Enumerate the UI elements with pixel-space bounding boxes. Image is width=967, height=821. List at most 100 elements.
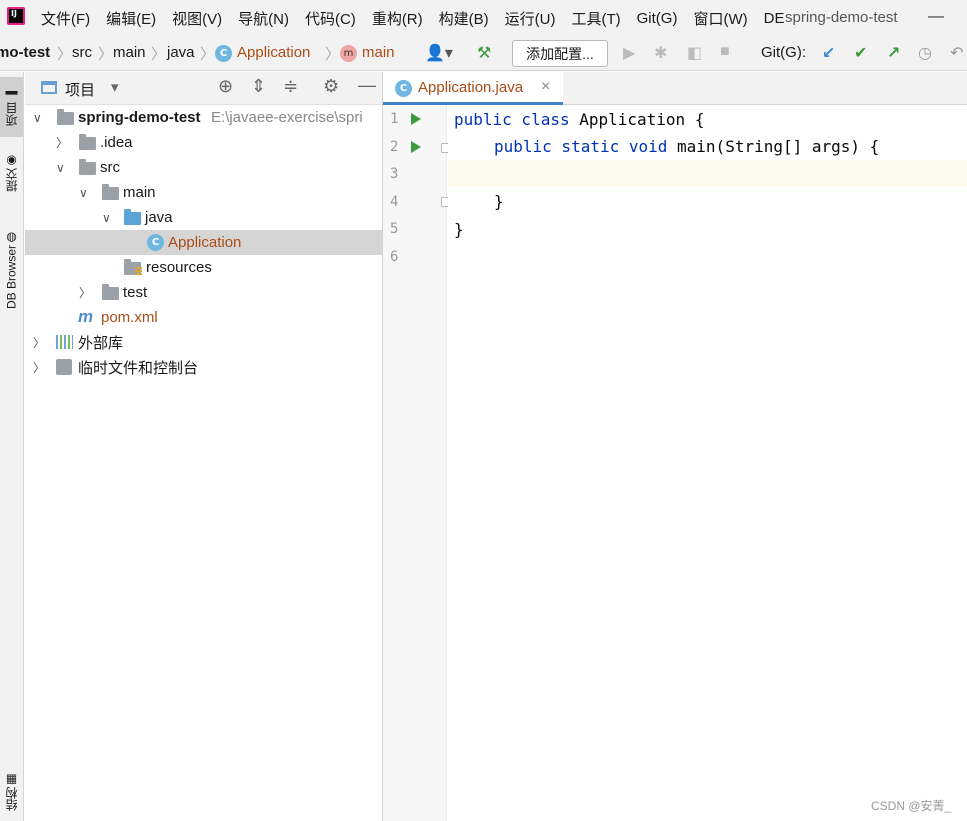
tree-item-test[interactable]: 〉 test: [25, 280, 382, 305]
code-line-1[interactable]: public class Application {: [454, 110, 704, 129]
tab-db-browser[interactable]: DB Browser ◍: [0, 220, 23, 320]
editor-tab-bar: C Application.java ×: [383, 72, 967, 105]
breadcrumb-main[interactable]: main: [113, 44, 146, 61]
folder-icon: [102, 284, 119, 300]
rollback-icon[interactable]: ↶: [950, 43, 963, 63]
menu-navigate[interactable]: 导航(N): [238, 8, 289, 29]
history-icon[interactable]: ◷: [918, 43, 932, 63]
breadcrumb-src[interactable]: src: [72, 44, 92, 61]
tree-item-resources[interactable]: resources: [25, 255, 382, 280]
tree-item-label: java: [145, 209, 173, 226]
menu-de-truncated[interactable]: DE: [764, 10, 785, 27]
tree-item-label: 临时文件和控制台: [78, 360, 199, 377]
run-gutter-icon[interactable]: [411, 141, 421, 153]
chevron-down-icon[interactable]: ▾: [111, 78, 119, 96]
chevron-right-icon[interactable]: 〉: [79, 284, 91, 301]
tab-application-java[interactable]: C Application.java ×: [383, 72, 563, 105]
run-gutter-icon[interactable]: [411, 113, 421, 125]
tab-label: Application.java: [418, 79, 524, 96]
git-push-icon[interactable]: ↗: [887, 43, 900, 63]
run-icon[interactable]: ▶: [623, 43, 635, 63]
tab-commit-label: 提交: [5, 168, 19, 193]
breadcrumb-application[interactable]: Application: [237, 44, 310, 61]
breadcrumb-separator-icon: 〉: [57, 46, 73, 63]
code-line-2[interactable]: public static void main(String[] args) {: [494, 137, 879, 156]
tree-item-label: Application: [168, 234, 242, 251]
debug-icon[interactable]: ✱: [654, 43, 667, 63]
build-hammer-icon[interactable]: ⚒: [477, 43, 491, 63]
collapse-all-icon[interactable]: ≑: [283, 76, 298, 97]
breadcrumb-separator-icon: 〉: [151, 46, 167, 63]
menu-build[interactable]: 构建(B): [439, 8, 489, 29]
code-editor[interactable]: public class Application { public static…: [448, 105, 967, 821]
expand-all-icon[interactable]: ⇕: [251, 76, 266, 97]
tree-item-external-libraries[interactable]: 〉 外部库: [25, 330, 382, 355]
library-icon: [56, 335, 73, 349]
editor-gutter: 1 2 3 4 5 6: [383, 105, 451, 821]
chevron-right-icon[interactable]: 〉: [33, 359, 45, 376]
code-line-5[interactable]: }: [454, 220, 464, 239]
resources-marker-icon: [135, 267, 142, 275]
chevron-down-icon[interactable]: ∨: [102, 211, 111, 225]
code-text: }: [454, 220, 464, 239]
chevron-right-icon[interactable]: 〉: [56, 134, 68, 151]
tab-commit[interactable]: 提交 ◉: [0, 146, 23, 201]
tree-item-path: E:\javaee-exercise\spri: [211, 109, 363, 126]
watermark: CSDN @安菁_: [871, 799, 952, 813]
menu-file[interactable]: 文件(F): [41, 8, 90, 29]
menu-git[interactable]: Git(G): [637, 10, 678, 27]
hide-panel-icon[interactable]: —: [358, 75, 376, 96]
tab-project[interactable]: 项目 ▬: [0, 77, 23, 137]
project-view-icon: [41, 81, 57, 94]
scratch-icon: [56, 359, 72, 375]
tree-item-project-root[interactable]: ∨ spring-demo-test E:\javaee-exercise\sp…: [25, 105, 382, 130]
tree-item-label: .idea: [100, 134, 133, 151]
git-label: Git(G):: [761, 44, 806, 61]
tree-item-scratches[interactable]: 〉 临时文件和控制台: [25, 355, 382, 380]
project-view-label[interactable]: 项目: [65, 79, 95, 100]
tree-item-main[interactable]: ∨ main: [25, 180, 382, 205]
tab-db-browser-label: DB Browser: [4, 245, 19, 310]
gear-icon[interactable]: ⚙: [323, 76, 339, 97]
git-update-icon[interactable]: ↙: [822, 43, 835, 63]
stop-icon[interactable]: ■: [720, 43, 730, 61]
menu-window[interactable]: 窗口(W): [693, 8, 747, 29]
current-line-highlight: [448, 160, 967, 187]
tab-project-label: 项目: [5, 102, 19, 126]
breadcrumb-java[interactable]: java: [167, 44, 195, 61]
window-title: spring-demo-test: [785, 9, 898, 26]
module-folder-icon: [57, 109, 74, 125]
tree-item-label: test: [123, 284, 148, 301]
menu-code[interactable]: 代码(C): [305, 8, 356, 29]
git-commit-icon[interactable]: ✔: [854, 43, 867, 63]
tree-item-pom[interactable]: m pom.xml: [25, 305, 382, 330]
tab-structure-label: 结构: [5, 787, 19, 811]
tab-structure[interactable]: 结构 ▦: [0, 767, 23, 817]
user-dropdown-icon[interactable]: 👤▾: [425, 43, 453, 63]
coverage-icon[interactable]: ◧: [687, 43, 702, 63]
chevron-down-icon[interactable]: ∨: [56, 161, 65, 175]
chevron-down-icon[interactable]: ∨: [79, 186, 88, 200]
breadcrumb-separator-icon: 〉: [98, 46, 114, 63]
tree-item-application[interactable]: C Application: [25, 230, 382, 255]
menu-view[interactable]: 视图(V): [172, 8, 222, 29]
minimize-button[interactable]: —: [928, 8, 944, 26]
menu-edit[interactable]: 编辑(E): [106, 8, 156, 29]
menu-tools[interactable]: 工具(T): [571, 8, 620, 29]
breadcrumb-main-method[interactable]: main: [362, 44, 395, 61]
tree-item-label: spring-demo-test: [78, 109, 201, 126]
chevron-right-icon[interactable]: 〉: [33, 334, 45, 351]
breadcrumb-separator-icon: 〉: [325, 46, 341, 63]
menu-refactor[interactable]: 重构(R): [372, 8, 423, 29]
tree-item-java[interactable]: ∨ java: [25, 205, 382, 230]
tree-item-src[interactable]: ∨ src: [25, 155, 382, 180]
project-panel-header: 项目 ▾ ⊕ ⇕ ≑ ⚙ —: [25, 72, 382, 105]
code-line-4[interactable]: }: [494, 192, 504, 211]
locate-icon[interactable]: ⊕: [218, 76, 233, 97]
breadcrumb-project[interactable]: mo-test: [0, 44, 50, 61]
add-configuration-button[interactable]: 添加配置...: [512, 40, 608, 67]
menu-run[interactable]: 运行(U): [505, 8, 556, 29]
chevron-down-icon[interactable]: ∨: [33, 111, 42, 125]
tree-item-idea[interactable]: 〉 .idea: [25, 130, 382, 155]
close-icon[interactable]: ×: [541, 78, 550, 96]
